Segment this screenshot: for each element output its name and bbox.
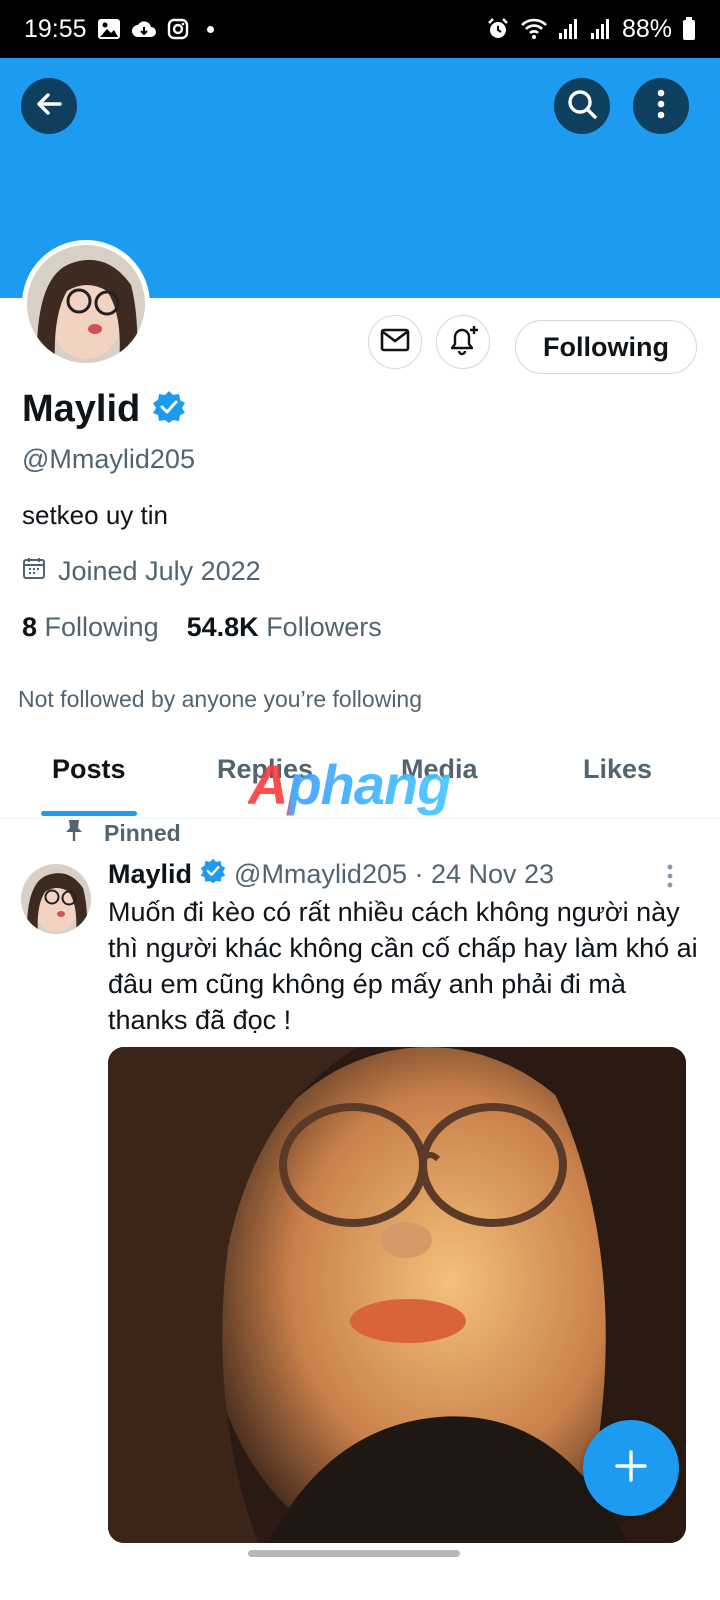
status-bar: 19:55 88% [0, 0, 720, 58]
search-icon [566, 88, 598, 125]
cloud-icon [131, 19, 157, 39]
post-text: Muốn đi kèo có rất nhiều cách không ngườ… [108, 897, 698, 1035]
notifications-button[interactable] [436, 315, 490, 369]
battery-icon [682, 17, 696, 41]
follow-stats: 8 Following 54.8K Followers [22, 612, 382, 643]
battery-level: 88% [621, 14, 672, 43]
post-author-avatar[interactable] [21, 864, 91, 934]
message-button[interactable] [368, 315, 422, 369]
joined-date: Joined July 2022 [22, 556, 261, 587]
alarm-icon [486, 17, 510, 41]
pin-icon [64, 818, 84, 848]
post-header: Maylid @Mmaylid205 · 24 Nov 23 [108, 858, 554, 891]
following-stat[interactable]: 8 Following [22, 612, 159, 643]
clock: 19:55 [24, 14, 87, 43]
home-indicator[interactable] [248, 1550, 460, 1557]
active-tab-indicator [41, 811, 137, 816]
joined-text: Joined July 2022 [58, 556, 261, 586]
wifi-icon [520, 18, 548, 40]
pinned-label: Pinned [64, 818, 181, 848]
watermark-logo: Aphang [248, 753, 451, 816]
verified-badge-icon [200, 858, 226, 891]
profile-name-row: Maylid [22, 388, 186, 431]
more-vertical-icon [666, 864, 674, 892]
signal-icon [590, 18, 612, 40]
tab-likes[interactable]: Likes [583, 754, 652, 785]
profile-bio: setkeo uy tin [22, 500, 168, 530]
post-author-name[interactable]: Maylid [108, 859, 192, 890]
more-options-button[interactable] [633, 78, 689, 134]
instagram-icon [167, 18, 189, 40]
profile-avatar[interactable] [22, 240, 150, 368]
verified-badge-icon [152, 390, 186, 429]
profile-handle: @Mmaylid205 [22, 444, 195, 474]
back-button[interactable] [21, 78, 77, 134]
post-more-button[interactable] [666, 864, 674, 893]
gallery-icon [97, 18, 121, 40]
arrow-left-icon [34, 89, 64, 124]
compose-button[interactable] [583, 1420, 679, 1516]
tab-posts[interactable]: Posts [52, 754, 126, 785]
mail-icon [380, 328, 410, 357]
display-name: Maylid [22, 388, 141, 430]
more-vertical-icon [657, 89, 665, 124]
post-handle-date: @Mmaylid205 · 24 Nov 23 [234, 859, 555, 889]
calendar-icon [22, 556, 46, 587]
followers-stat[interactable]: 54.8K Followers [187, 612, 382, 643]
plus-icon [614, 1449, 648, 1488]
notification-dot-icon [206, 25, 214, 33]
signal-icon [558, 18, 580, 40]
bell-plus-icon [446, 324, 480, 361]
followed-by-text: Not followed by anyone you’re following [18, 686, 423, 712]
search-button[interactable] [554, 78, 610, 134]
following-button[interactable]: Following [515, 320, 697, 374]
